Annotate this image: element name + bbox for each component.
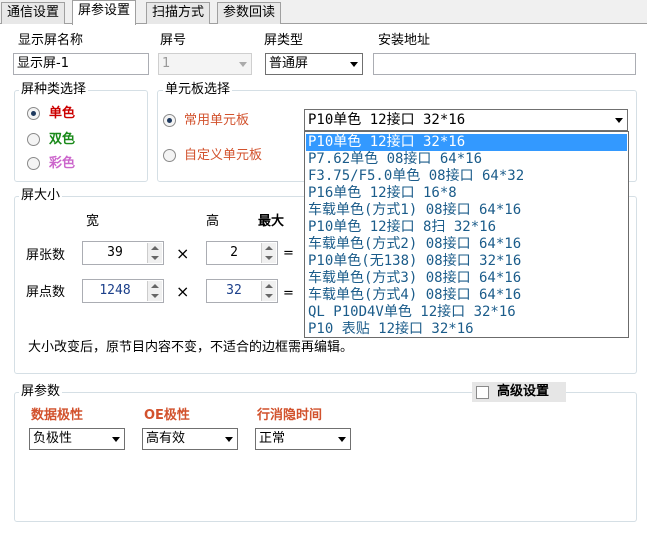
spin-buttons[interactable] [147,281,162,301]
chevron-down-icon [350,62,358,67]
custom-board-label[interactable]: 自定义单元板 [184,148,262,164]
chevron-down-icon [112,437,120,442]
spin-buttons[interactable] [261,281,276,301]
dropdown-item[interactable]: P10 表贴 12接口 32*16 [306,321,627,338]
size-height-header: 高 [206,214,220,229]
row-blanking-label: 行消隐时间 [257,408,323,423]
screen-size-title: 屏大小 [19,188,63,204]
screen-name-label: 显示屏名称 [18,33,84,48]
tab-param-readback[interactable]: 参数回读 [217,2,282,24]
screen-number-select[interactable]: 1 [158,53,252,75]
oe-polarity-value: 高有效 [146,431,186,446]
chevron-down-icon [615,118,623,123]
tab-scan-mode[interactable]: 扫描方式 [146,2,211,24]
pixel-count-label: 屏点数 [26,285,66,300]
install-address-label: 安装地址 [378,33,431,48]
data-polarity-label: 数据极性 [31,408,84,423]
screen-type-value: 普通屏 [269,56,309,71]
dropdown-item[interactable]: P10单色 12接口 8扫 32*16 [306,219,627,236]
row-blanking-select[interactable]: 正常 [255,428,351,450]
unit-board-select[interactable]: P10单色 12接口 32*16 [304,109,628,131]
radio-dual[interactable] [27,133,40,146]
data-polarity-select[interactable]: 负极性 [29,428,125,450]
times-sign: × [176,244,190,263]
screen-type-label: 屏类型 [264,33,304,48]
color-type-title: 屏种类选择 [19,82,89,98]
unit-board-dropdown-list[interactable]: P10单色 12接口 32*16 P7.62单色 08接口 64*16 F3.7… [304,131,629,338]
oe-polarity-select[interactable]: 高有效 [142,428,238,450]
spin-buttons[interactable] [261,243,276,263]
radio-full-color[interactable] [27,157,40,170]
dropdown-item[interactable]: P10单色 12接口 32*16 [306,134,627,151]
board-height-stepper[interactable]: 2 [206,241,278,265]
radio-mono[interactable] [27,107,40,120]
equals-sign: = [283,286,294,301]
pixel-height-stepper[interactable]: 32 [206,279,278,303]
screen-params-title: 屏参数 [19,384,63,400]
spin-up-icon[interactable] [151,284,159,288]
unit-board-title: 单元板选择 [163,82,233,98]
screen-type-select[interactable]: 普通屏 [265,53,363,75]
size-change-note: 大小改变后，原节目内容不变，不适合的边框需再编辑。 [28,340,354,355]
spin-up-icon[interactable] [265,284,273,288]
dropdown-item[interactable]: P16单色 12接口 16*8 [306,185,627,202]
unit-board-selected-value: P10单色 12接口 32*16 [308,112,466,128]
oe-polarity-label: OE极性 [144,408,190,423]
chevron-down-icon [225,437,233,442]
row-blanking-value: 正常 [259,431,286,446]
dropdown-item[interactable]: 车载单色(方式1) 08接口 64*16 [306,202,627,219]
pixel-width-value: 1248 [99,283,131,298]
tab-communication[interactable]: 通信设置 [1,2,66,24]
board-width-stepper[interactable]: 39 [82,241,164,265]
screen-number-label: 屏号 [160,33,187,48]
dropdown-item[interactable]: 车载单色(方式3) 08接口 64*16 [306,270,627,287]
radio-custom-board[interactable] [163,149,176,162]
board-count-label: 屏张数 [26,248,66,263]
screen-name-input[interactable]: 显示屏-1 [13,53,149,75]
dropdown-item[interactable]: 车载单色(方式2) 08接口 64*16 [306,236,627,253]
install-address-input[interactable] [373,53,636,75]
screen-number-value: 1 [162,56,171,71]
radio-dual-label[interactable]: 双色 [49,132,75,148]
board-height-value: 2 [230,245,238,260]
dropdown-item[interactable]: F3.75/F5.0单色 08接口 64*32 [306,168,627,185]
board-width-value: 39 [107,245,123,260]
radio-common-board[interactable] [163,114,176,127]
spin-down-icon[interactable] [265,294,273,298]
size-width-header: 宽 [86,214,100,229]
dropdown-item[interactable]: P10单色(无138) 08接口 32*16 [306,253,627,270]
spin-up-icon[interactable] [151,246,159,250]
dropdown-item[interactable]: P7.62单色 08接口 64*16 [306,151,627,168]
spin-down-icon[interactable] [151,294,159,298]
times-sign: × [176,282,190,301]
chevron-down-icon [338,437,346,442]
common-board-label[interactable]: 常用单元板 [184,113,249,129]
spin-down-icon[interactable] [151,256,159,260]
advanced-settings-label[interactable]: 高级设置 [497,384,549,400]
equals-sign: = [283,246,294,261]
dropdown-item[interactable]: 车载单色(方式4) 08接口 64*16 [306,287,627,304]
radio-full-color-label[interactable]: 彩色 [49,156,75,172]
data-polarity-value: 负极性 [33,431,73,446]
spin-buttons[interactable] [147,243,162,263]
pixel-width-stepper[interactable]: 1248 [82,279,164,303]
size-max-header: 最大 [258,214,285,229]
advanced-settings-checkbox[interactable] [476,386,489,399]
chevron-down-icon [239,62,247,67]
spin-down-icon[interactable] [265,256,273,260]
tab-screen-params[interactable]: 屏参设置 [72,0,137,25]
dropdown-item[interactable]: QL P10D4V单色 12接口 32*16 [306,304,627,321]
spin-up-icon[interactable] [265,246,273,250]
pixel-height-value: 32 [226,283,242,298]
screen-params-group [14,392,637,522]
radio-mono-label[interactable]: 单色 [49,106,75,122]
